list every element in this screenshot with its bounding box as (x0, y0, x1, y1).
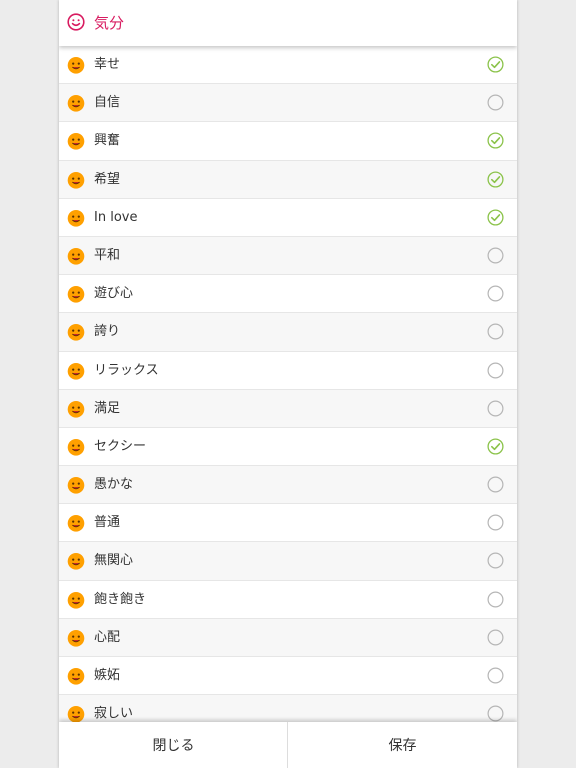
mood-row[interactable]: 興奮 (59, 122, 517, 161)
playful-face-icon (67, 286, 85, 303)
footer-divider (287, 722, 288, 768)
unchecked-circle-icon[interactable] (487, 591, 504, 608)
mood-label: 愚かな (94, 477, 134, 493)
checked-circle-icon[interactable] (487, 209, 504, 226)
mood-row[interactable]: リラックス (59, 352, 517, 390)
mood-label: 希望 (94, 171, 121, 187)
close-button[interactable]: 閉じる (59, 722, 288, 768)
sexy-face-icon (67, 438, 85, 456)
mood-label: 寂しい (94, 706, 134, 722)
dialog-title: 気分 (94, 14, 125, 32)
unchecked-circle-icon[interactable] (487, 552, 504, 569)
mood-label: 誇り (94, 324, 121, 340)
mood-label: 無関心 (94, 553, 134, 569)
mood-row[interactable]: 誇り (59, 313, 517, 352)
mood-label: 嫉妬 (94, 668, 121, 683)
mood-row[interactable]: 嫉妬 (59, 657, 517, 696)
unchecked-circle-icon[interactable] (487, 667, 504, 684)
mood-row[interactable]: 平和 (59, 236, 517, 276)
dialog-footer: 閉じる 保存 (59, 722, 517, 768)
mood-row[interactable]: 寂しい (59, 695, 517, 722)
unchecked-circle-icon[interactable] (487, 94, 504, 111)
mood-row[interactable]: 飽き飽き (59, 581, 517, 619)
mood-label: 満足 (94, 400, 121, 416)
satisfied-face-icon (67, 400, 85, 418)
unchecked-circle-icon[interactable] (487, 285, 504, 302)
save-button[interactable]: 保存 (288, 722, 517, 768)
mood-label: 飽き飽き (94, 591, 147, 607)
mood-label: 自信 (94, 95, 121, 111)
unchecked-circle-icon[interactable] (487, 323, 504, 340)
mood-label: 普通 (94, 515, 121, 531)
mood-label: 遊び心 (94, 286, 134, 302)
mood-label: リラックス (94, 362, 159, 378)
mood-row[interactable]: In love (59, 199, 517, 237)
mood-row[interactable]: 普通 (59, 504, 517, 543)
neutral-face-icon (67, 515, 85, 532)
unchecked-circle-icon[interactable] (487, 361, 504, 379)
unchecked-circle-icon[interactable] (487, 629, 504, 646)
mood-row[interactable]: 遊び心 (59, 275, 517, 314)
checked-circle-icon[interactable] (487, 438, 504, 455)
relaxed-face-icon (67, 362, 85, 380)
mood-dialog: 気分 幸せ自信興奮希望 In love 平和遊び心誇りリラックス満足セクシー愚かな普… (59, 0, 517, 768)
checked-circle-icon[interactable] (487, 132, 504, 149)
unchecked-circle-icon[interactable] (487, 514, 504, 531)
unchecked-circle-icon[interactable] (487, 400, 504, 417)
proud-face-icon (67, 324, 85, 341)
bored-face-icon (67, 591, 85, 609)
mood-label: In love (94, 209, 138, 225)
mood-row[interactable]: 自信 (59, 84, 517, 123)
cool-face-icon (67, 95, 85, 112)
happy-face-icon (67, 57, 85, 74)
mood-list[interactable]: 幸せ自信興奮希望 In love 平和遊び心誇りリラックス満足セクシー愚かな普通無関… (59, 46, 517, 722)
lonely-face-icon (67, 706, 85, 722)
mood-row[interactable]: 希望 (59, 160, 517, 199)
angel-face-icon (67, 247, 85, 265)
unchecked-circle-icon[interactable] (487, 247, 504, 264)
dialog-header: 気分 (59, 0, 517, 46)
checked-circle-icon[interactable] (487, 171, 504, 188)
mood-label: 興奮 (94, 133, 121, 149)
mood-row[interactable]: 満足 (59, 389, 517, 428)
mood-row[interactable]: 愚かな (59, 466, 517, 505)
indifferent-face-icon (67, 553, 85, 571)
heart-eyes-face-icon (67, 209, 85, 227)
mood-label: 平和 (94, 247, 121, 263)
mood-label: セクシー (94, 438, 147, 454)
unchecked-circle-icon[interactable] (487, 705, 504, 722)
mood-row[interactable]: 無関心 (59, 542, 517, 581)
mood-row[interactable]: 心配 (59, 618, 517, 657)
mood-label: 幸せ (94, 57, 121, 72)
hopeful-face-icon (67, 171, 85, 189)
jealous-face-icon (67, 668, 85, 685)
mood-label: 心配 (94, 629, 121, 645)
smiley-icon (67, 13, 85, 31)
worried-face-icon (67, 629, 85, 647)
checked-circle-icon[interactable] (487, 56, 504, 73)
mood-row[interactable]: セクシー (59, 428, 517, 467)
mood-row[interactable]: 幸せ (59, 46, 517, 85)
unchecked-circle-icon[interactable] (487, 476, 504, 493)
silly-face-icon (67, 477, 85, 494)
excited-face-icon (67, 133, 85, 150)
